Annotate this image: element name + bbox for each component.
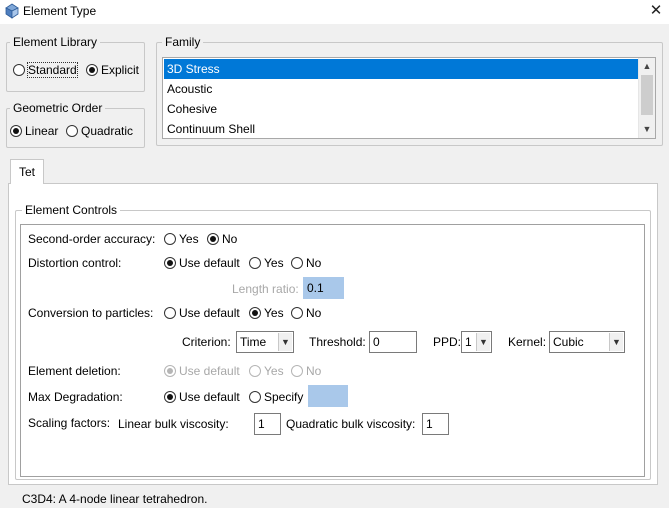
chevron-down-icon[interactable]: ▼ [476, 333, 490, 351]
quadratic-bulk-viscosity-input[interactable]: 1 [422, 413, 449, 435]
conversion-no-option[interactable]: No [291, 306, 327, 320]
family-item-continuum-shell[interactable]: Continuum Shell [164, 119, 638, 138]
criterion-value: Time [240, 335, 267, 349]
family-legend: Family [162, 35, 204, 49]
radio-quadratic[interactable] [66, 125, 78, 137]
radio-distortion-yes[interactable] [249, 257, 261, 269]
conversion-yes-option[interactable]: Yes [249, 306, 290, 320]
scaling-factors-label: Scaling factors: [28, 416, 111, 430]
element-library-explicit-option[interactable]: Explicit [86, 63, 145, 77]
geometric-order-legend: Geometric Order [10, 101, 106, 115]
deletion-use-default-option: Use default [164, 364, 246, 378]
radio-second-order-no[interactable] [207, 233, 219, 245]
quadratic-label: Quadratic [81, 124, 134, 138]
second-order-accuracy-label: Second-order accuracy: [28, 232, 156, 246]
family-scrollbar[interactable]: ▲ ▼ [638, 58, 655, 138]
radio-conversion-yes[interactable] [249, 307, 261, 319]
conversion-no-label: No [306, 306, 322, 320]
element-library-legend: Element Library [10, 35, 101, 49]
deletion-yes-label: Yes [264, 364, 284, 378]
max-degradation-specify-option[interactable]: Specify [249, 390, 309, 404]
radio-standard[interactable] [13, 64, 25, 76]
element-library-standard-option[interactable]: Standard [13, 62, 83, 78]
radio-deletion-yes [249, 365, 261, 377]
second-order-yes-option[interactable]: Yes [164, 232, 205, 246]
length-ratio-input[interactable]: 0.1 [303, 277, 344, 299]
element-type-icon [4, 3, 20, 19]
radio-conversion-use-default[interactable] [164, 307, 176, 319]
conversion-use-default-option[interactable]: Use default [164, 306, 246, 320]
conversion-yes-label: Yes [264, 306, 284, 320]
radio-second-order-yes[interactable] [164, 233, 176, 245]
tab-tet[interactable]: Tet [10, 159, 44, 184]
kernel-value: Cubic [553, 335, 584, 349]
radio-max-degradation-use-default[interactable] [164, 391, 176, 403]
ppd-label: PPD: [433, 335, 462, 349]
kernel-label: Kernel: [508, 335, 547, 349]
family-item-acoustic[interactable]: Acoustic [164, 79, 638, 99]
scroll-thumb[interactable] [641, 75, 653, 115]
quadratic-bulk-viscosity-label: Quadratic bulk viscosity: [286, 417, 416, 431]
distortion-no-label: No [306, 256, 322, 270]
ppd-select[interactable]: 1 ▼ [461, 331, 492, 353]
linear-bulk-viscosity-label: Linear bulk viscosity: [118, 417, 229, 431]
distortion-control-label: Distortion control: [28, 256, 122, 270]
criterion-select[interactable]: Time ▼ [236, 331, 294, 353]
length-ratio-label: Length ratio: [232, 282, 299, 296]
title-bar: Element Type ✕ [0, 0, 669, 24]
explicit-label: Explicit [101, 63, 140, 77]
scroll-up-icon[interactable]: ▲ [639, 58, 655, 75]
linear-label: Linear [25, 124, 59, 138]
window-title: Element Type [23, 4, 97, 18]
element-controls-legend: Element Controls [22, 203, 121, 217]
close-icon[interactable]: ✕ [648, 2, 664, 20]
distortion-yes-option[interactable]: Yes [249, 256, 290, 270]
radio-max-degradation-specify[interactable] [249, 391, 261, 403]
standard-label: Standard [27, 62, 78, 78]
kernel-select[interactable]: Cubic ▼ [549, 331, 625, 353]
family-listbox[interactable]: 3D Stress Acoustic Cohesive Continuum Sh… [162, 57, 656, 139]
deletion-yes-option: Yes [249, 364, 290, 378]
radio-deletion-no [291, 365, 303, 377]
scroll-down-icon[interactable]: ▼ [639, 121, 655, 138]
element-description: C3D4: A 4-node linear tetrahedron. [22, 492, 208, 506]
geometric-order-quadratic-option[interactable]: Quadratic [66, 124, 139, 138]
radio-linear[interactable] [10, 125, 22, 137]
family-item-cohesive[interactable]: Cohesive [164, 99, 638, 119]
threshold-label: Threshold: [309, 335, 366, 349]
element-deletion-label: Element deletion: [28, 364, 121, 378]
chevron-down-icon[interactable]: ▼ [278, 333, 292, 351]
second-order-yes-label: Yes [179, 232, 199, 246]
max-degradation-specify-label: Specify [264, 390, 304, 404]
second-order-no-label: No [222, 232, 238, 246]
max-degradation-label: Max Degradation: [28, 390, 123, 404]
ppd-value: 1 [465, 335, 472, 349]
radio-deletion-use-default [164, 365, 176, 377]
max-degradation-use-default-option[interactable]: Use default [164, 390, 246, 404]
max-degradation-use-default-label: Use default [179, 390, 240, 404]
distortion-use-default-label: Use default [179, 256, 240, 270]
max-degradation-input[interactable] [308, 385, 348, 407]
deletion-use-default-label: Use default [179, 364, 240, 378]
conversion-use-default-label: Use default [179, 306, 240, 320]
distortion-no-option[interactable]: No [291, 256, 327, 270]
geometric-order-linear-option[interactable]: Linear [10, 124, 64, 138]
chevron-down-icon[interactable]: ▼ [609, 333, 623, 351]
radio-conversion-no[interactable] [291, 307, 303, 319]
deletion-no-label: No [306, 364, 322, 378]
linear-bulk-viscosity-input[interactable]: 1 [254, 413, 281, 435]
conversion-to-particles-label: Conversion to particles: [28, 306, 154, 320]
radio-distortion-use-default[interactable] [164, 257, 176, 269]
radio-distortion-no[interactable] [291, 257, 303, 269]
deletion-no-option: No [291, 364, 327, 378]
family-item-3d-stress[interactable]: 3D Stress [164, 59, 638, 79]
radio-explicit[interactable] [86, 64, 98, 76]
criterion-label: Criterion: [182, 335, 231, 349]
distortion-use-default-option[interactable]: Use default [164, 256, 246, 270]
second-order-no-option[interactable]: No [207, 232, 243, 246]
distortion-yes-label: Yes [264, 256, 284, 270]
threshold-input[interactable]: 0 [369, 331, 417, 353]
